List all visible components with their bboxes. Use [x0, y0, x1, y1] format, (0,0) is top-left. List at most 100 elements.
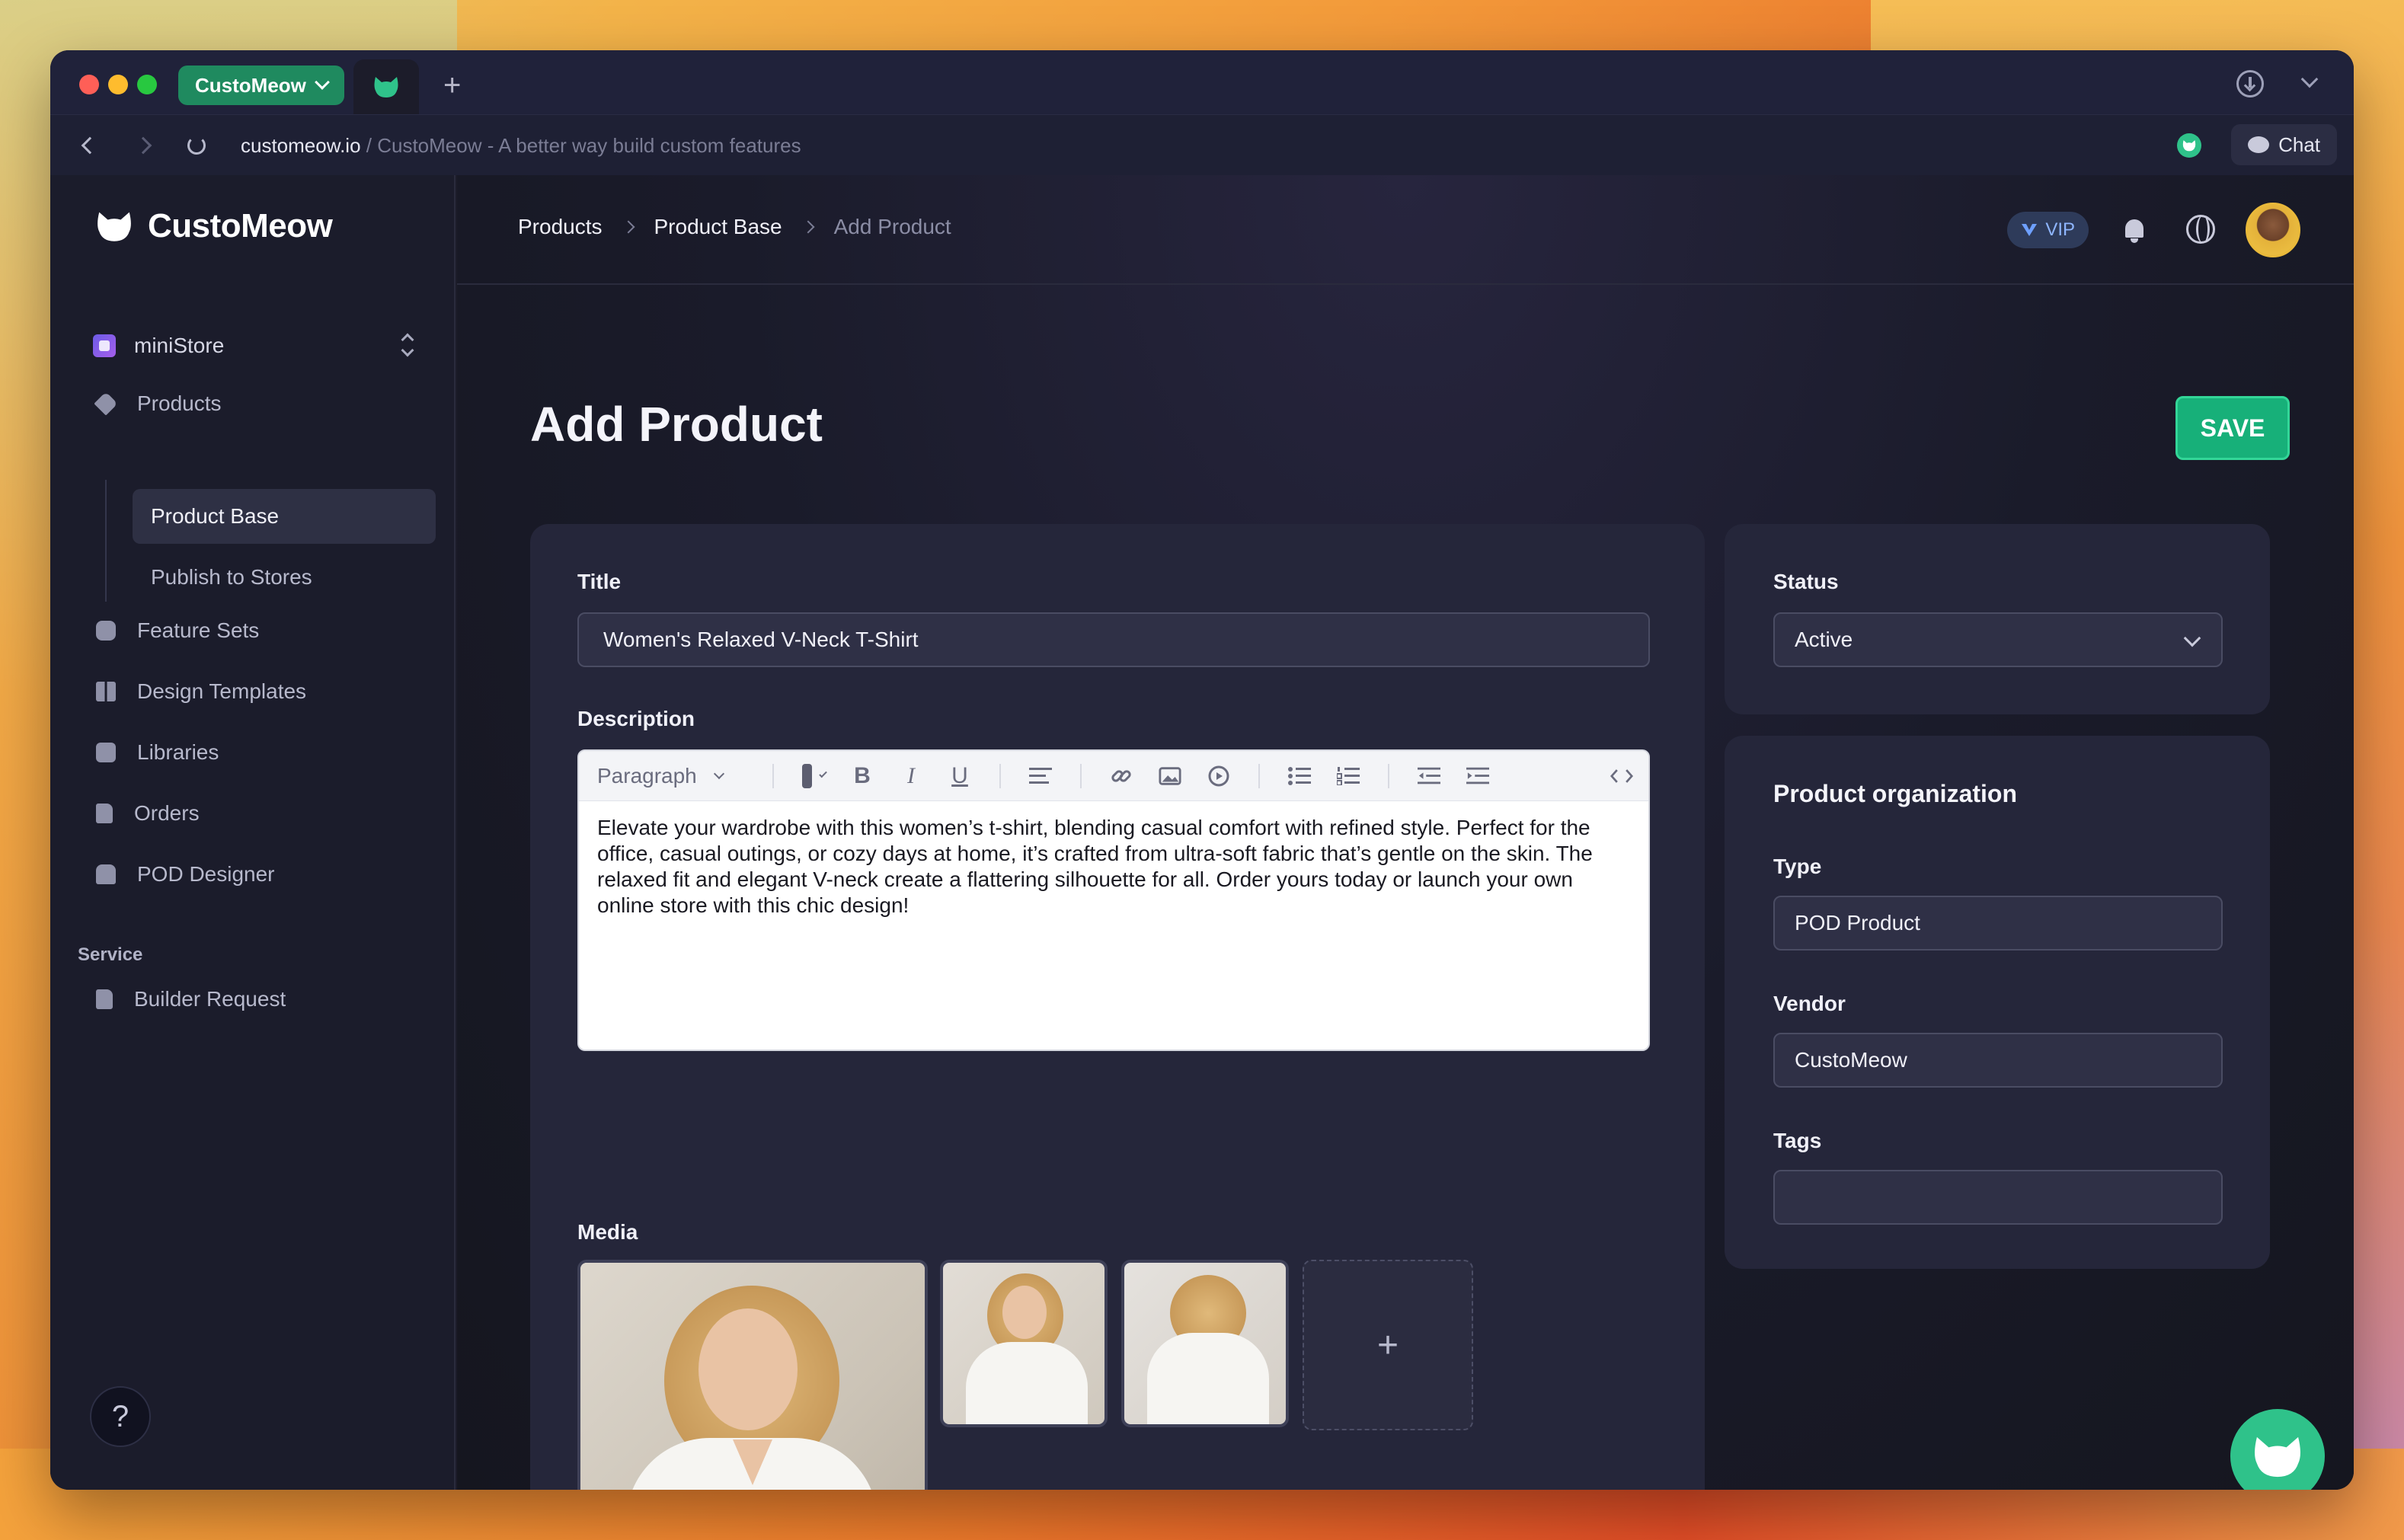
text-color-button[interactable] [802, 763, 827, 788]
add-media-button[interactable]: + [1303, 1260, 1473, 1430]
chat-label: Chat [2278, 133, 2320, 156]
indent-icon[interactable] [1466, 765, 1489, 788]
app-tab[interactable]: CustoMeow [178, 65, 344, 105]
tag-icon [94, 391, 118, 416]
address-bar: customeow.io / CustoMeow - A better way … [50, 114, 2354, 175]
description-text[interactable]: Elevate your wardrobe with this women’s … [597, 815, 1633, 919]
status-card: Status Active [1725, 524, 2270, 714]
store-switcher[interactable]: miniStore [93, 327, 413, 364]
chevron-down-icon [314, 75, 330, 90]
sidebar-item-label: Publish to Stores [151, 565, 312, 589]
url-domain: customeow.io [241, 134, 361, 157]
video-icon[interactable] [1207, 765, 1230, 788]
title-input-value: Women's Relaxed V-Neck T-Shirt [603, 628, 919, 651]
vip-badge[interactable]: VIP [2007, 212, 2089, 248]
vip-label: VIP [2045, 219, 2075, 240]
grid-icon [96, 682, 116, 701]
chat-launcher-button[interactable] [2230, 1409, 2325, 1490]
status-label: Status [1773, 570, 1839, 593]
type-input-value: POD Product [1795, 911, 1920, 935]
page-header: Products Product Base Add Product VIP [457, 175, 2354, 285]
media-thumbnail-3[interactable] [1121, 1260, 1289, 1427]
avatar[interactable] [2246, 203, 2300, 257]
description-editor[interactable]: Paragraph B I U Elevate your wardrobe wi… [577, 749, 1650, 1051]
product-organization-title: Product organization [1773, 780, 2017, 807]
text-color-icon [802, 763, 812, 788]
media-thumbnail-main[interactable] [577, 1260, 928, 1490]
help-button[interactable]: ? [90, 1386, 151, 1447]
active-tab[interactable] [353, 59, 419, 114]
underline-icon[interactable]: U [948, 763, 971, 788]
sidebar-item-feature-sets[interactable]: Feature Sets [96, 608, 259, 653]
brand-logo[interactable]: CustoMeow [96, 207, 333, 245]
stack-icon [96, 743, 116, 762]
chevron-down-icon [2183, 629, 2201, 647]
media-thumbnail-2[interactable] [940, 1260, 1108, 1427]
store-icon [93, 334, 116, 357]
bullet-list-icon[interactable] [1288, 765, 1311, 788]
outdent-icon[interactable] [1418, 765, 1440, 788]
media-label: Media [577, 1220, 638, 1244]
italic-icon[interactable]: I [900, 763, 922, 788]
download-icon[interactable] [2236, 70, 2264, 97]
brand-name: CustoMeow [148, 207, 333, 244]
maximize-window-button[interactable] [137, 75, 157, 94]
minimize-window-button[interactable] [108, 75, 128, 94]
sidebar-item-libraries[interactable]: Libraries [96, 730, 219, 775]
shirt-icon [96, 864, 116, 884]
cat-logo-icon [2255, 1436, 2300, 1478]
store-name: miniStore [134, 334, 225, 357]
image-icon[interactable] [1159, 765, 1181, 788]
sidebar-item-product-base[interactable]: Product Base [133, 489, 436, 544]
back-arrow-icon [81, 136, 99, 155]
sidebar-item-pod-designer[interactable]: POD Designer [96, 851, 275, 897]
toolbar-divider [1258, 763, 1260, 788]
chevron-down-icon [713, 768, 724, 779]
back-button[interactable] [76, 132, 104, 159]
updown-chevron-icon [401, 331, 413, 361]
align-icon[interactable] [1029, 765, 1052, 788]
extension-icon[interactable] [2177, 133, 2201, 158]
save-button[interactable]: SAVE [2175, 396, 2290, 460]
chevron-down-icon [819, 769, 827, 778]
vip-v-icon [2022, 224, 2038, 236]
type-input[interactable]: POD Product [1773, 896, 2223, 951]
notification-bell-icon[interactable] [2122, 216, 2147, 244]
numbered-list-icon[interactable] [1337, 765, 1360, 788]
puzzle-icon [96, 621, 116, 641]
title-label: Title [577, 570, 622, 593]
forward-button[interactable] [129, 132, 157, 159]
breadcrumb-product-base[interactable]: Product Base [654, 215, 782, 239]
link-icon[interactable] [1110, 765, 1133, 788]
sidebar-item-products[interactable]: Products [94, 381, 222, 427]
description-label: Description [577, 707, 695, 730]
new-tab-button[interactable]: + [443, 67, 461, 104]
reload-button[interactable] [183, 132, 210, 159]
status-select[interactable]: Active [1773, 612, 2223, 667]
vendor-input[interactable]: CustoMeow [1773, 1033, 2223, 1088]
forward-arrow-icon [134, 136, 152, 155]
paragraph-format-select[interactable]: Paragraph [597, 764, 757, 788]
sidebar-item-builder-request[interactable]: Builder Request [96, 976, 286, 1022]
document-icon [96, 804, 113, 823]
chat-button[interactable]: Chat [2231, 124, 2337, 165]
sidebar-item-publish-to-stores[interactable]: Publish to Stores [133, 550, 488, 605]
url-field[interactable]: customeow.io / CustoMeow - A better way … [241, 132, 801, 159]
tab-overflow-chevron-icon[interactable] [2300, 70, 2319, 88]
close-window-button[interactable] [79, 75, 99, 94]
title-input[interactable]: Women's Relaxed V-Neck T-Shirt [577, 612, 1650, 667]
sidebar-item-design-templates[interactable]: Design Templates [96, 669, 306, 714]
sidebar-item-orders[interactable]: Orders [96, 791, 200, 836]
bold-icon[interactable]: B [851, 763, 874, 788]
breadcrumb-products[interactable]: Products [518, 215, 603, 239]
code-view-icon[interactable] [1610, 765, 1633, 788]
breadcrumb-current: Add Product [833, 215, 951, 238]
url-path: / CustoMeow - A better way build custom … [360, 134, 801, 157]
sidebar-item-label: Libraries [137, 740, 219, 764]
sidebar-item-label: Feature Sets [137, 618, 260, 642]
toolbar-divider [999, 763, 1001, 788]
sidebar: CustoMeow miniStore Products Product Bas… [50, 175, 456, 1490]
chevron-right-icon [622, 220, 635, 234]
tags-input[interactable] [1773, 1170, 2223, 1225]
globe-icon[interactable] [2186, 215, 2215, 244]
